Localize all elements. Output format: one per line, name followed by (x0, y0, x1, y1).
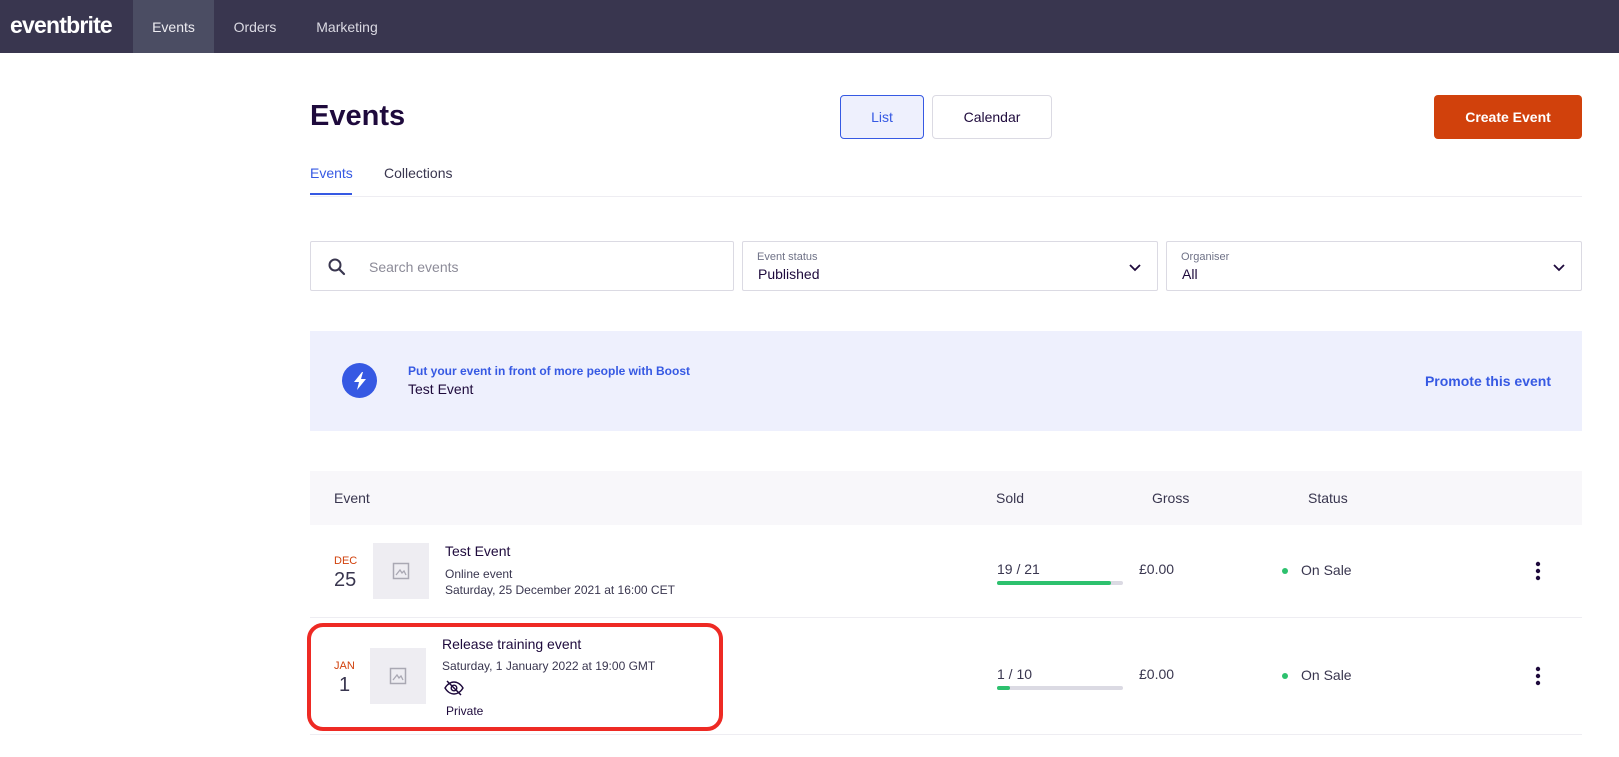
sold-count: 1 / 10 (997, 666, 1033, 682)
search-input[interactable] (369, 254, 709, 280)
active-tab-indicator (310, 193, 352, 195)
image-placeholder-icon (392, 562, 410, 580)
organiser-value: All (1182, 266, 1198, 282)
event-thumbnail[interactable] (373, 543, 429, 599)
event-month: DEC (334, 555, 358, 567)
boost-banner: Put your event in front of more people w… (310, 331, 1582, 431)
nav-tab-marketing[interactable]: Marketing (306, 0, 388, 53)
status-text: On Sale (1301, 667, 1352, 683)
more-options-icon[interactable] (1528, 664, 1548, 688)
event-date: Saturday, 25 December 2021 at 16:00 CET (445, 583, 675, 597)
sold-progress-bar (997, 686, 1123, 690)
page-title: Events (310, 100, 406, 132)
private-label: Private (446, 704, 484, 718)
tabs-divider (310, 196, 1582, 197)
status-dot (1282, 673, 1288, 679)
event-day: 1 (339, 674, 351, 696)
image-placeholder-icon (389, 667, 407, 685)
event-status-value: Published (758, 266, 820, 282)
top-nav: eventbrite Events Orders Marketing (0, 0, 1619, 53)
event-status-label: Event status (757, 251, 818, 263)
sold-count: 19 / 21 (997, 561, 1040, 577)
chevron-down-icon (1553, 264, 1565, 272)
boost-headline: Put your event in front of more people w… (408, 364, 691, 378)
search-icon (328, 258, 346, 276)
column-header-event[interactable]: Event (334, 490, 370, 506)
table-row[interactable]: DEC 25 Test Event Online event Saturday,… (310, 525, 1582, 618)
event-date: Saturday, 1 January 2022 at 19:00 GMT (442, 659, 656, 673)
list-view-button[interactable]: List (840, 95, 924, 139)
eventbrite-logo[interactable]: eventbrite (10, 12, 113, 39)
status-dot (1282, 568, 1288, 574)
organiser-label: Organiser (1181, 251, 1230, 263)
event-type: Online event (445, 567, 513, 581)
organiser-select[interactable]: Organiser All (1166, 241, 1582, 291)
tab-collections[interactable]: Collections (384, 165, 452, 181)
event-title-link[interactable]: Release training event (442, 636, 581, 652)
sold-progress-bar (997, 581, 1123, 585)
calendar-view-button[interactable]: Calendar (932, 95, 1052, 139)
event-title-link[interactable]: Test Event (445, 543, 510, 559)
table-row[interactable]: JAN 1 Release training event Saturday, 1… (310, 618, 1582, 735)
eye-off-icon (444, 680, 464, 696)
column-header-status[interactable]: Status (1308, 490, 1348, 506)
event-status-select[interactable]: Event status Published (742, 241, 1158, 291)
sold-progress-fill (997, 581, 1112, 585)
more-options-icon[interactable] (1528, 559, 1548, 583)
gross-amount: £0.00 (1139, 666, 1175, 682)
create-event-button[interactable]: Create Event (1434, 95, 1582, 139)
boost-event-name: Test Event (408, 381, 474, 397)
events-table-header: Event Sold Gross Status (310, 471, 1582, 525)
column-header-gross[interactable]: Gross (1152, 490, 1189, 506)
sold-progress-fill (997, 686, 1010, 690)
event-month: JAN (334, 660, 355, 672)
event-day: 25 (334, 569, 357, 591)
status-text: On Sale (1301, 562, 1352, 578)
search-box (310, 241, 734, 291)
nav-tab-orders[interactable]: Orders (222, 0, 288, 53)
chevron-down-icon (1129, 264, 1141, 272)
lightning-icon (342, 363, 377, 398)
gross-amount: £0.00 (1139, 561, 1175, 577)
nav-tab-events[interactable]: Events (133, 0, 214, 53)
tab-events[interactable]: Events (310, 165, 353, 181)
promote-event-link[interactable]: Promote this event (1425, 373, 1551, 389)
column-header-sold[interactable]: Sold (996, 490, 1024, 506)
event-thumbnail[interactable] (370, 648, 426, 704)
